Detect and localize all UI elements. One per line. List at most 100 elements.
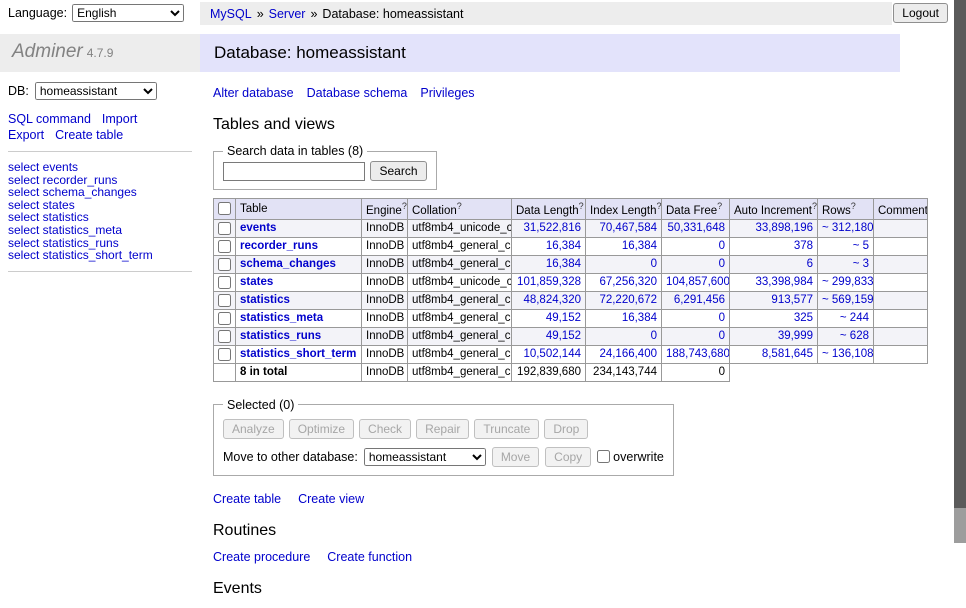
row-checkbox[interactable] [218,222,231,235]
column-hint-link[interactable]: ? [812,201,817,211]
sidebar-table-link[interactable]: select statistics_short_term [8,249,200,262]
index-length-link[interactable]: 0 [651,330,657,342]
data-free-link[interactable]: 0 [719,330,725,342]
routine-link[interactable]: Create function [327,550,412,564]
column-hint-link[interactable]: ? [717,201,722,211]
row-checkbox[interactable] [218,330,231,343]
data-length-link[interactable]: 16,384 [546,258,581,270]
import-link[interactable]: Import [102,112,137,126]
auto-increment-link[interactable]: 325 [794,312,813,324]
table-row: schema_changes InnoDB utf8mb4_general_ci… [214,255,928,273]
data-free-link[interactable]: 188,743,680 [666,348,730,360]
logout-button[interactable]: Logout [893,3,948,23]
index-length-link[interactable]: 24,166,400 [599,348,657,360]
overwrite-checkbox[interactable] [597,450,610,463]
breadcrumb-link-mysql[interactable]: MySQL [210,7,252,21]
table-name-link[interactable]: events [240,222,276,234]
data-length-link[interactable]: 10,502,144 [523,348,581,360]
db-nav-link[interactable]: Alter database [213,86,294,100]
row-checkbox[interactable] [218,348,231,361]
bulk-action-button[interactable]: Optimize [289,419,354,439]
table-name-link[interactable]: statistics [240,294,290,306]
sql-command-link[interactable]: SQL command [8,112,91,126]
move-button[interactable]: Move [492,447,539,467]
column-hint-link[interactable]: ? [657,201,662,211]
index-length-link[interactable]: 70,467,584 [599,222,657,234]
sidebar-table-link[interactable]: select statistics_meta [8,224,200,237]
table-name-link[interactable]: recorder_runs [240,240,318,252]
row-checkbox[interactable] [218,276,231,289]
column-hint-link[interactable]: ? [579,201,584,211]
row-checkbox[interactable] [218,294,231,307]
move-db-select[interactable]: homeassistant [364,448,486,466]
auto-increment-link[interactable]: 8,581,645 [762,348,813,360]
routine-link[interactable]: Create procedure [213,550,310,564]
bulk-action-button[interactable]: Check [359,419,411,439]
bulk-action-button[interactable]: Repair [416,419,469,439]
rows-link[interactable]: ~ 136,108 [822,348,873,360]
rows-link[interactable]: ~ 312,180 [822,222,873,234]
data-free-link[interactable]: 0 [719,258,725,270]
breadcrumb-link-server[interactable]: Server [269,7,306,21]
create-link[interactable]: Create table [213,492,281,506]
data-length-link[interactable]: 49,152 [546,330,581,342]
auto-increment-link[interactable]: 39,999 [778,330,813,342]
bulk-action-button[interactable]: Drop [544,419,588,439]
data-length-link[interactable]: 48,824,320 [523,294,581,306]
create-link[interactable]: Create view [298,492,364,506]
bulk-action-button[interactable]: Truncate [474,419,539,439]
rows-link[interactable]: ~ 569,159 [822,294,873,306]
copy-button[interactable]: Copy [545,447,591,467]
index-length-link[interactable]: 16,384 [622,312,657,324]
data-length-link[interactable]: 31,522,816 [523,222,581,234]
row-checkbox[interactable] [218,258,231,271]
data-free-link[interactable]: 0 [719,240,725,252]
rows-link[interactable]: ~ 3 [853,258,869,270]
table-name-link[interactable]: states [240,276,273,288]
index-length-link[interactable]: 67,256,320 [599,276,657,288]
column-hint-link[interactable]: ? [851,201,856,211]
rows-link[interactable]: ~ 299,833 [822,276,873,288]
data-length-link[interactable]: 49,152 [546,312,581,324]
row-checkbox[interactable] [218,312,231,325]
select-all-checkbox[interactable] [218,202,231,215]
data-free-link[interactable]: 0 [719,312,725,324]
rows-link[interactable]: ~ 244 [840,312,869,324]
auto-increment-link[interactable]: 6 [807,258,813,270]
db-nav-link[interactable]: Privileges [420,86,474,100]
index-length-link[interactable]: 16,384 [622,240,657,252]
sidebar-table-link[interactable]: select events [8,161,200,174]
data-length-link[interactable]: 101,859,328 [517,276,581,288]
auto-increment-link[interactable]: 913,577 [771,294,813,306]
row-checkbox-cell [214,273,236,291]
auto-increment-link[interactable]: 378 [794,240,813,252]
db-select[interactable]: homeassistant [35,82,157,100]
table-name-link[interactable]: schema_changes [240,258,336,270]
table-name-link[interactable]: statistics_runs [240,330,321,342]
db-nav-link[interactable]: Database schema [307,86,408,100]
column-hint-link[interactable]: ? [402,201,407,211]
index-length-link[interactable]: 72,220,672 [599,294,657,306]
scrollbar[interactable] [954,0,966,543]
data-free-link[interactable]: 50,331,648 [667,222,725,234]
auto-increment-link[interactable]: 33,898,196 [755,222,813,234]
rows-link[interactable]: ~ 628 [840,330,869,342]
create-table-link[interactable]: Create table [55,128,123,142]
table-name-link[interactable]: statistics_meta [240,312,323,324]
index-length-link[interactable]: 0 [651,258,657,270]
auto-increment-link[interactable]: 33,398,984 [755,276,813,288]
scrollbar-thumb[interactable] [954,0,966,508]
row-checkbox[interactable] [218,240,231,253]
language-select[interactable]: English [72,4,184,22]
search-input[interactable] [223,162,365,181]
data-free-link[interactable]: 6,291,456 [674,294,725,306]
data-length-link[interactable]: 16,384 [546,240,581,252]
table-name-link[interactable]: statistics_short_term [240,348,356,360]
bulk-action-button[interactable]: Analyze [223,419,284,439]
rows-link[interactable]: ~ 5 [853,240,869,252]
column-hint-link[interactable]: ? [457,201,462,211]
search-button[interactable]: Search [370,161,426,181]
sidebar-table-link[interactable]: select schema_changes [8,186,200,199]
export-link[interactable]: Export [8,128,44,142]
data-free-link[interactable]: 104,857,600 [666,276,730,288]
